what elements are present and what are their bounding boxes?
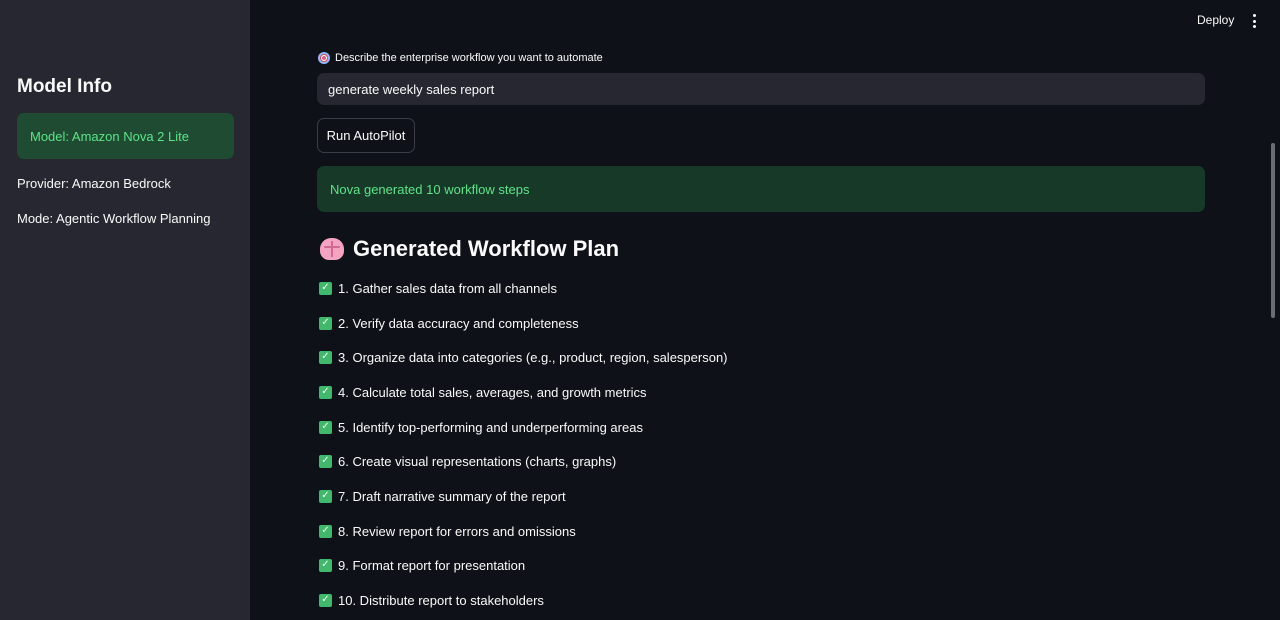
brain-icon [320,238,344,260]
check-icon: ✓ [319,489,332,503]
sidebar: Model Info Model: Amazon Nova 2 Lite Pro… [0,0,250,620]
list-item: ✓ 2. Verify data accuracy and completene… [319,315,579,331]
check-icon: ✓ [319,558,332,572]
check-icon: ✓ [319,524,332,538]
step-text: 6. Create visual representations (charts… [338,453,617,469]
scrollbar-thumb[interactable] [1271,143,1275,318]
list-item: ✓ 1. Gather sales data from all channels [319,280,557,296]
check-icon: ✓ [319,350,332,364]
step-text: 1. Gather sales data from all channels [338,280,557,296]
provider-label: Provider: Amazon Bedrock [17,176,171,191]
model-label: Model: Amazon Nova 2 Lite [30,128,189,144]
check-icon: ✓ [319,316,332,330]
list-item: ✓ 4. Calculate total sales, averages, an… [319,384,647,400]
mode-label: Mode: Agentic Workflow Planning [17,211,211,226]
plan-heading-text: Generated Workflow Plan [353,236,620,261]
workflow-input[interactable] [317,73,1205,105]
list-item: ✓ 7. Draft narrative summary of the repo… [319,488,566,504]
success-alert: Nova generated 10 workflow steps [317,166,1205,212]
list-item: ✓ 8. Review report for errors and omissi… [319,523,576,539]
workflow-input-label: Describe the enterprise workflow you wan… [318,52,603,64]
step-text: 7. Draft narrative summary of the report [338,488,566,504]
step-text: 5. Identify top-performing and underperf… [338,419,643,435]
target-icon [318,52,330,64]
model-info-box: Model: Amazon Nova 2 Lite [17,113,234,159]
step-text: 4. Calculate total sales, averages, and … [338,384,647,400]
list-item: ✓ 9. Format report for presentation [319,557,525,573]
step-text: 10. Distribute report to stakeholders [338,592,544,608]
check-icon: ✓ [319,454,332,468]
main-content: Describe the enterprise workflow you wan… [250,0,1280,620]
run-autopilot-button[interactable]: Run AutoPilot [317,118,415,153]
list-item: ✓ 3. Organize data into categories (e.g.… [319,349,728,365]
check-icon: ✓ [319,281,332,295]
app-window: Model Info Model: Amazon Nova 2 Lite Pro… [0,0,1280,620]
check-icon: ✓ [319,593,332,607]
list-item: ✓ 10. Distribute report to stakeholders [319,592,544,608]
list-item: ✓ 5. Identify top-performing and underpe… [319,419,643,435]
success-message: Nova generated 10 workflow steps [330,181,530,197]
check-icon: ✓ [319,420,332,434]
workflow-input-label-text: Describe the enterprise workflow you wan… [335,52,603,64]
plan-heading: Generated Workflow Plan [320,236,619,262]
step-text: 2. Verify data accuracy and completeness [338,315,579,331]
sidebar-title: Model Info [17,76,112,97]
step-text: 8. Review report for errors and omission… [338,523,576,539]
check-icon: ✓ [319,385,332,399]
step-text: 3. Organize data into categories (e.g., … [338,349,728,365]
step-text: 9. Format report for presentation [338,557,526,573]
list-item: ✓ 6. Create visual representations (char… [319,453,616,469]
